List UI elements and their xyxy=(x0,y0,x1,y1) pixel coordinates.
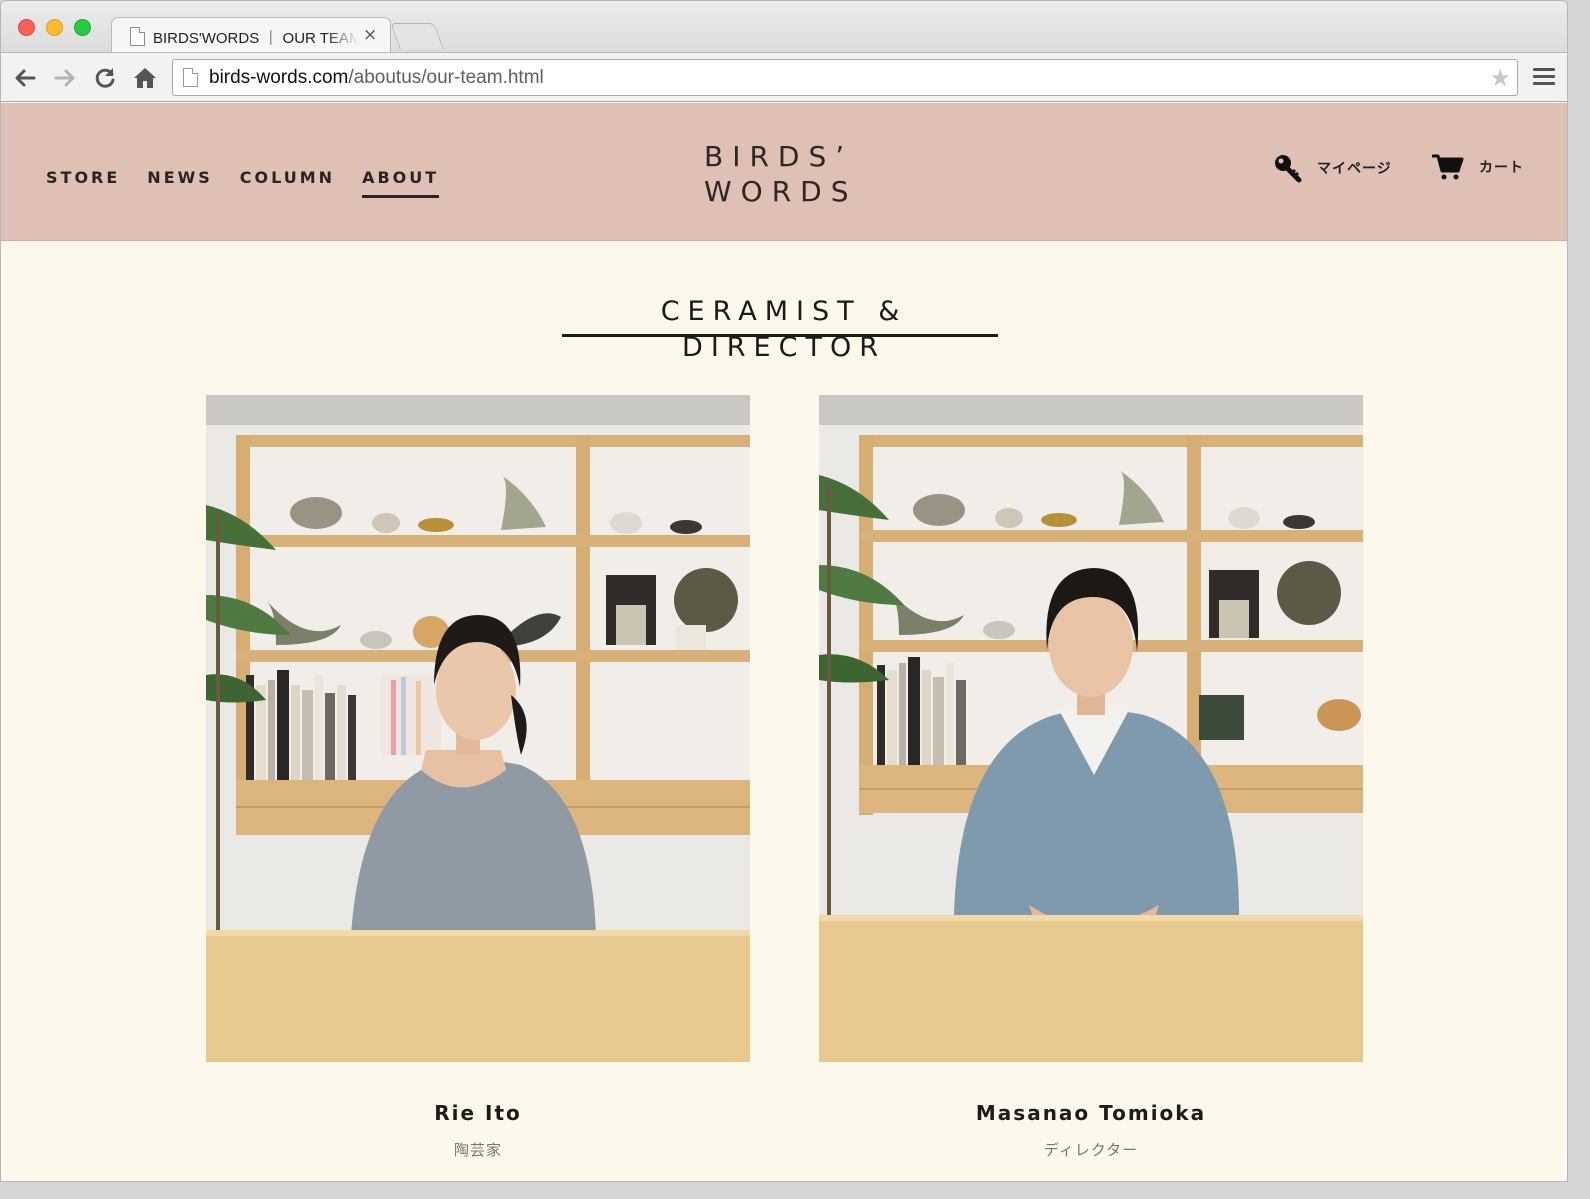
forward-button[interactable] xyxy=(51,64,79,92)
url-path: /aboutus/our-team.html xyxy=(348,67,544,88)
member-photo-rie-ito xyxy=(206,395,750,1062)
mypage-label: マイページ xyxy=(1317,161,1392,177)
mypage-link[interactable]: マイページ xyxy=(1273,153,1392,183)
key-icon xyxy=(1275,155,1302,183)
close-tab-icon[interactable]: × xyxy=(363,25,377,45)
cart-label: カート xyxy=(1479,160,1524,176)
logo-line-2: WORDS xyxy=(704,175,858,208)
nav-about[interactable]: ABOUT xyxy=(362,168,440,198)
new-tab-button[interactable] xyxy=(390,23,444,49)
section-title: CERAMIST & DIRECTOR xyxy=(562,294,998,363)
member-photo-masanao-tomioka xyxy=(819,395,1363,1062)
home-icon xyxy=(134,68,156,88)
hamburger-icon[interactable] xyxy=(1533,68,1555,88)
member-name: Masanao Tomioka xyxy=(975,1101,1207,1125)
site-header: STORE NEWS COLUMN ABOUT BIRDS’ WORDS マイペ… xyxy=(1,103,1567,241)
tab-title: BIRDS'WORDS ｜ OUR TEAM xyxy=(153,30,358,47)
minimize-window-button[interactable] xyxy=(46,19,63,36)
home-button[interactable] xyxy=(131,64,159,92)
page-icon xyxy=(183,68,198,87)
browser-tab[interactable]: BIRDS'WORDS ｜ OUR TEAM × xyxy=(111,17,391,53)
tab-strip: BIRDS'WORDS ｜ OUR TEAM × xyxy=(1,1,1567,53)
member-role: 陶芸家 xyxy=(453,1141,502,1159)
member-role: ディレクター xyxy=(1043,1141,1139,1159)
browser-window: BIRDS'WORDS ｜ OUR TEAM × birds-words.com… xyxy=(0,0,1568,1182)
zoom-window-button[interactable] xyxy=(74,19,91,36)
logo-line-1: BIRDS’ xyxy=(704,140,854,173)
nav-column[interactable]: COLUMN xyxy=(240,168,335,198)
document-icon xyxy=(130,27,145,46)
nav-news[interactable]: NEWS xyxy=(147,168,213,198)
url-host: birds-words.com xyxy=(209,67,349,88)
url-text[interactable]: birds-words.com/aboutus/our-team.html xyxy=(209,67,544,89)
member-name: Rie Ito xyxy=(434,1101,522,1125)
main-nav: STORE NEWS COLUMN ABOUT xyxy=(46,168,466,198)
reload-icon xyxy=(95,68,115,88)
star-icon[interactable]: ★ xyxy=(1489,64,1511,92)
address-bar[interactable]: birds-words.com/aboutus/our-team.html ★ xyxy=(172,59,1518,96)
cart-icon xyxy=(1432,154,1464,180)
reload-button[interactable] xyxy=(91,64,119,92)
cart-link[interactable]: カート xyxy=(1431,153,1524,181)
browser-toolbar: birds-words.com/aboutus/our-team.html ★ xyxy=(1,52,1567,102)
nav-store[interactable]: STORE xyxy=(46,168,120,198)
site-logo[interactable]: BIRDS’ WORDS xyxy=(704,139,879,210)
arrow-right-icon xyxy=(54,69,75,87)
arrow-left-icon xyxy=(15,69,36,87)
close-window-button[interactable] xyxy=(18,19,35,36)
back-button[interactable] xyxy=(11,64,39,92)
